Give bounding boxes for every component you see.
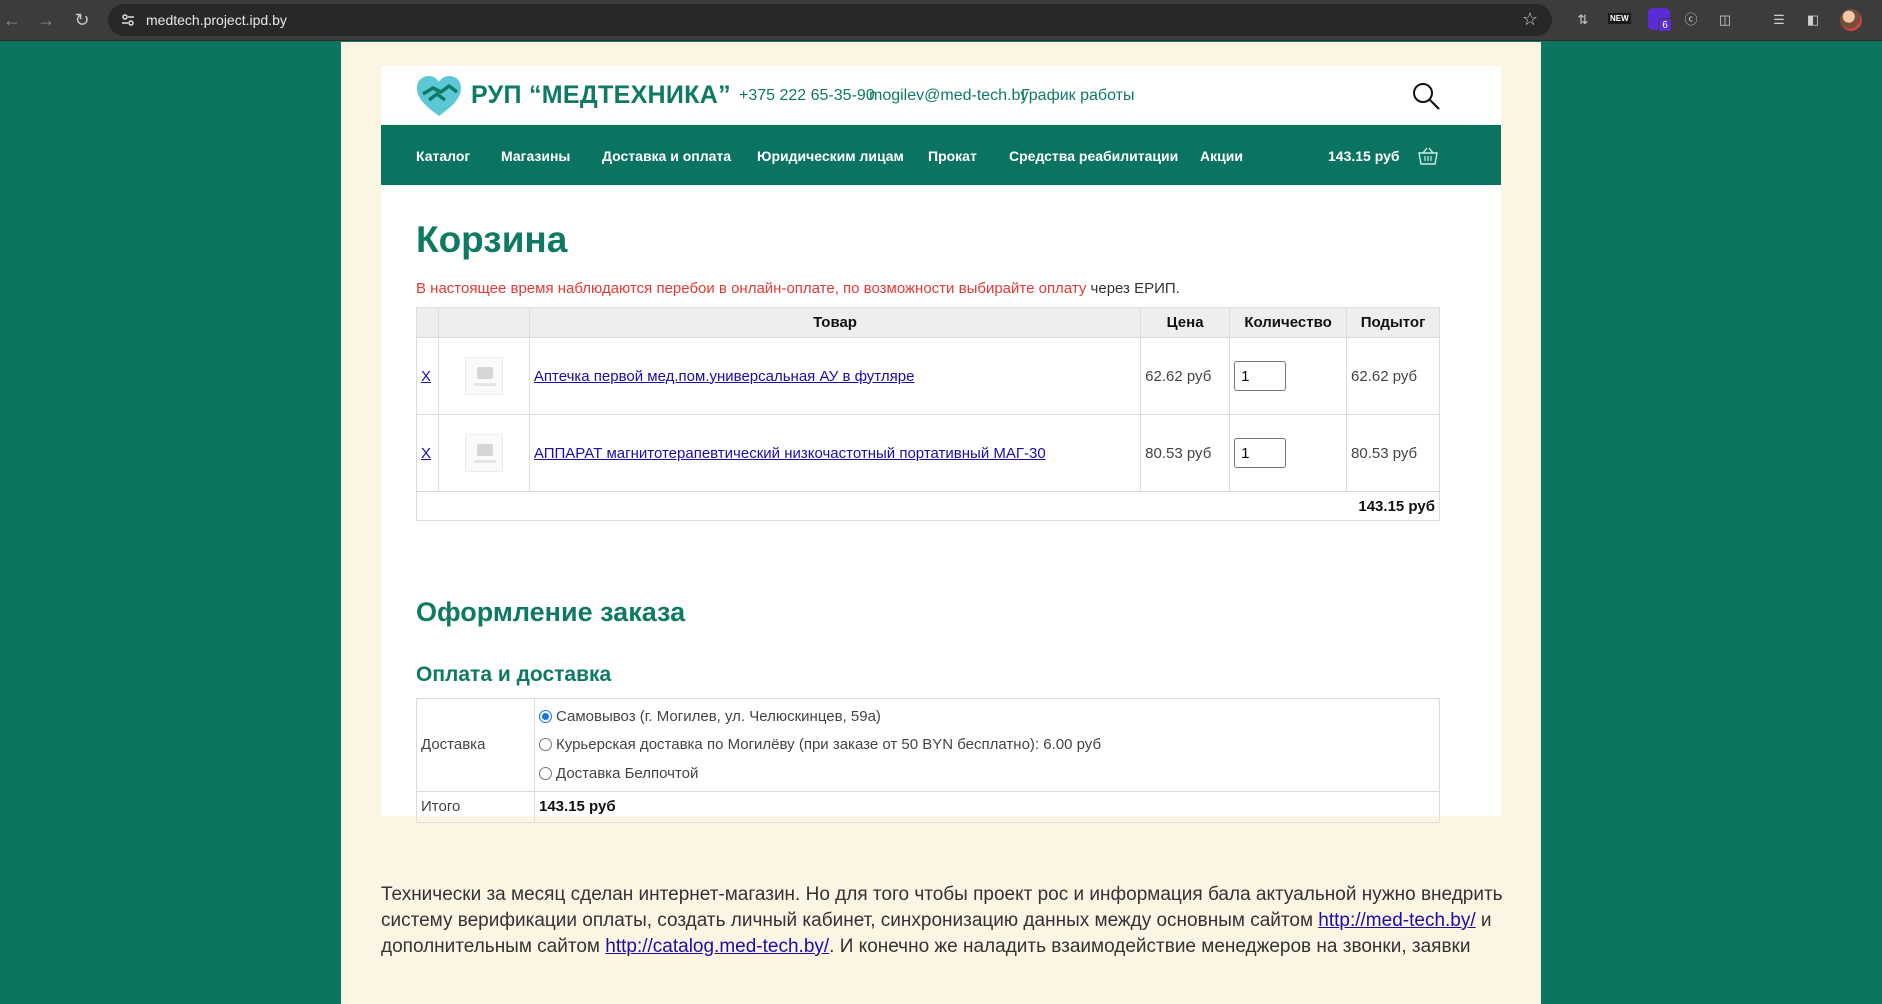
nav-item-delivery[interactable]: Доставка и оплата [602, 147, 731, 165]
profile-avatar[interactable] [1840, 9, 1862, 31]
browser-toolbar: ← → ↻ medtech.project.ipd.by ☆ ⇅ NEW 6 ⓒ… [0, 0, 1882, 41]
main-nav: Каталог Магазины Доставка и оплата Юриди… [381, 125, 1501, 185]
col-product: Товар [528, 307, 1142, 338]
nav-item-rental[interactable]: Прокат [928, 147, 977, 165]
payment-delivery-title: Оплата и доставка [416, 663, 612, 686]
extension-badge-count: 6 [1658, 18, 1672, 32]
order-table: Доставка Самовывоз (г. Могилев, ул. Челю… [416, 698, 1440, 823]
cart-table-header: Товар Цена Количество Подытог [416, 307, 1440, 338]
subtotal-cell: 62.62 руб [1346, 337, 1440, 415]
extension-badge-icon[interactable]: 6 [1648, 8, 1672, 32]
delivery-options: Самовывоз (г. Могилев, ул. Челюскинцев, … [534, 698, 1440, 792]
product-link[interactable]: Аптечка первой мед.пом.универсальная АУ … [534, 368, 915, 385]
radio-pickup[interactable] [539, 709, 552, 723]
order-total-label: Итого [416, 790, 535, 823]
remove-item-link[interactable]: X [421, 368, 431, 385]
order-total-value: 143.15 руб [534, 790, 1440, 823]
site-header: РУП “МЕДТЕХНИКА” +375 222 65-35-90 mogil… [381, 66, 1501, 125]
reload-icon[interactable]: ↻ [72, 10, 92, 30]
payment-notice: В настоящее время наблюдаются перебои в … [416, 280, 1180, 298]
extension-new-tag[interactable]: NEW [1608, 13, 1631, 24]
delivery-row: Доставка Самовывоз (г. Могилев, ул. Челю… [416, 698, 1440, 792]
header-schedule-link[interactable]: График работы [1021, 86, 1134, 106]
delivery-option-courier[interactable]: Курьерская доставка по Могилёву (при зак… [539, 731, 1435, 760]
address-bar[interactable]: medtech.project.ipd.by ☆ [108, 4, 1552, 36]
logo-text[interactable]: РУП “МЕДТЕХНИКА” [471, 80, 731, 110]
side-panel-icon[interactable]: ◧ [1802, 9, 1824, 31]
radio-courier[interactable] [539, 738, 552, 752]
remove-item-link[interactable]: X [421, 445, 431, 462]
catalog-site-link[interactable]: http://catalog.med-tech.by/ [605, 936, 829, 957]
extension-icon-1[interactable]: ⇅ [1572, 9, 1594, 31]
shop-card: РУП “МЕДТЕХНИКА” +375 222 65-35-90 mogil… [381, 66, 1501, 823]
col-image [437, 307, 530, 338]
col-price: Цена [1140, 307, 1231, 338]
site-settings-icon[interactable] [120, 12, 136, 28]
handshake-heart-logo-icon[interactable] [415, 74, 463, 118]
delivery-option-label[interactable]: Самовывоз (г. Могилев, ул. Челюскинцев, … [556, 708, 881, 725]
table-row: X АППАРАТ магнитотерапевтический низкоча… [416, 414, 1440, 492]
radio-belpost[interactable] [539, 766, 552, 780]
page-title: Корзина [416, 219, 568, 260]
delivery-option-label[interactable]: Курьерская доставка по Могилёву (при зак… [556, 736, 1101, 753]
search-icon[interactable] [1411, 81, 1441, 111]
header-phone-link[interactable]: +375 222 65-35-90 [739, 86, 875, 106]
reading-list-icon[interactable]: ☰ [1768, 9, 1790, 31]
project-description: Технически за месяц сделан интернет-мага… [381, 882, 1511, 960]
price-cell: 62.62 руб [1140, 337, 1231, 415]
back-icon[interactable]: ← [2, 10, 22, 30]
cart-total: 143.15 руб [416, 491, 1440, 521]
checkout-title: Оформление заказа [416, 597, 686, 627]
nav-item-promo[interactable]: Акции [1200, 147, 1243, 165]
header-email-link[interactable]: mogilev@med-tech.by [869, 86, 1028, 106]
col-subtotal: Подытог [1346, 307, 1440, 338]
order-total-row: Итого 143.15 руб [416, 790, 1440, 823]
subtotal-cell: 80.53 руб [1346, 414, 1440, 492]
delivery-option-label[interactable]: Доставка Белпочтой [556, 765, 698, 782]
bookmark-star-icon[interactable]: ☆ [1522, 9, 1538, 29]
product-thumbnail[interactable] [464, 357, 503, 395]
product-thumbnail[interactable] [464, 434, 503, 472]
delivery-option-belpost[interactable]: Доставка Белпочтой [539, 759, 1435, 788]
main-site-link[interactable]: http://med-tech.by/ [1318, 910, 1475, 931]
nav-item-rehab[interactable]: Средства реабилитации [1009, 147, 1178, 165]
delivery-option-pickup[interactable]: Самовывоз (г. Могилев, ул. Челюскинцев, … [539, 702, 1435, 731]
price-cell: 80.53 руб [1140, 414, 1231, 492]
table-row: X Аптечка первой мед.пом.универсальная А… [416, 337, 1440, 415]
cart-total-row: 143.15 руб [416, 491, 1440, 521]
extension-icon-h[interactable]: ⓒ [1680, 9, 1702, 31]
quantity-input[interactable] [1234, 438, 1287, 468]
extensions-puzzle-icon[interactable]: ◫ [1714, 9, 1736, 31]
nav-item-catalog[interactable]: Каталог [416, 147, 470, 165]
forward-icon[interactable]: → [36, 10, 56, 30]
description-text-3: . И конечно же наладить взаимодействие м… [829, 936, 1471, 957]
cart-table: Товар Цена Количество Подытог X Аптечка … [416, 307, 1440, 521]
col-remove [416, 307, 439, 338]
product-link[interactable]: АППАРАТ магнитотерапевтический низкочаст… [534, 445, 1046, 462]
nav-item-legal[interactable]: Юридическим лицам [757, 147, 904, 165]
nav-cart-total[interactable]: 143.15 руб [1328, 147, 1400, 165]
payment-notice-warning: В настоящее время наблюдаются перебои в … [416, 280, 1087, 297]
delivery-label: Доставка [416, 698, 535, 792]
payment-notice-tail: через ЕРИП. [1086, 280, 1180, 297]
cart-basket-icon[interactable] [1417, 146, 1439, 166]
col-quantity: Количество [1229, 307, 1348, 338]
url-text: medtech.project.ipd.by [146, 12, 287, 28]
nav-item-stores[interactable]: Магазины [501, 147, 570, 165]
quantity-input[interactable] [1234, 361, 1287, 391]
page-wrapper: РУП “МЕДТЕХНИКА” +375 222 65-35-90 mogil… [341, 42, 1541, 1004]
